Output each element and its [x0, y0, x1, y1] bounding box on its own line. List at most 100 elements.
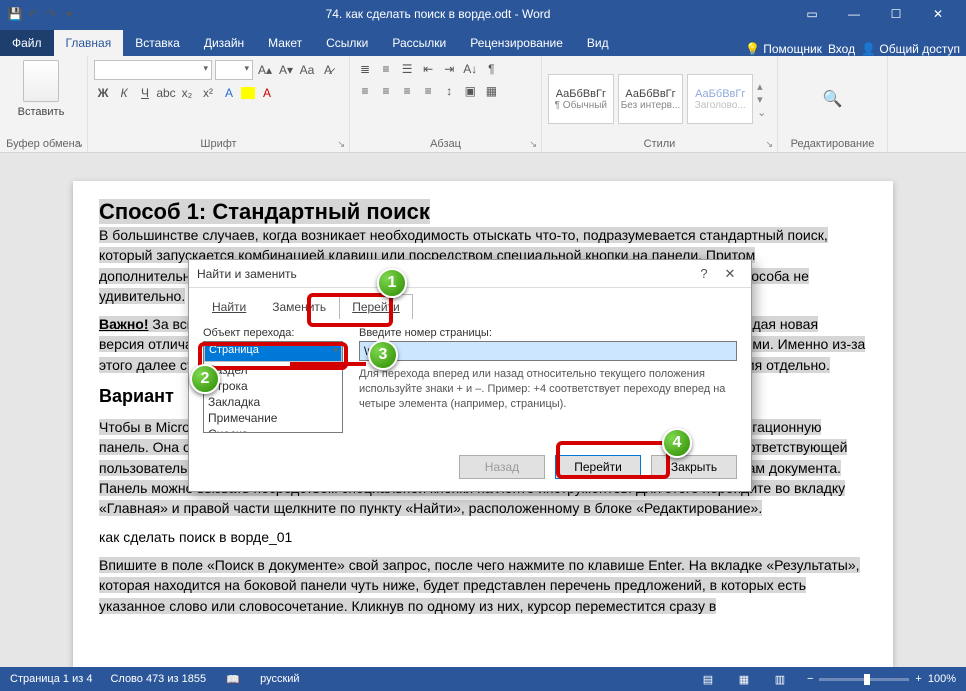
- tab-insert[interactable]: Вставка: [123, 30, 192, 56]
- show-marks-icon[interactable]: ¶: [482, 60, 500, 78]
- paste-icon[interactable]: [23, 60, 59, 102]
- status-bar: Страница 1 из 4 Слово 473 из 1855 📖 русс…: [0, 667, 966, 691]
- close-window-icon[interactable]: ✕: [918, 7, 958, 21]
- dialog-close-button[interactable]: Закрыть: [651, 455, 737, 479]
- tab-design[interactable]: Дизайн: [192, 30, 256, 56]
- tab-mailings[interactable]: Рассылки: [380, 30, 458, 56]
- redo-icon[interactable]: ↷: [44, 7, 58, 21]
- goto-hint: Для перехода вперед или назад относитель…: [359, 367, 737, 412]
- shrink-font-icon[interactable]: A▾: [277, 61, 295, 79]
- dialog-tab-replace[interactable]: Заменить: [259, 294, 339, 319]
- zoom-value[interactable]: 100%: [928, 673, 956, 685]
- multilevel-icon[interactable]: ☰: [398, 60, 416, 78]
- list-item[interactable]: Страница: [204, 342, 342, 362]
- font-name-select[interactable]: [94, 60, 212, 80]
- status-language[interactable]: русский: [260, 673, 299, 685]
- styles-scroll-up-icon[interactable]: ▴: [757, 80, 771, 93]
- style-normal[interactable]: АаБбВвГг¶ Обычный: [548, 74, 614, 124]
- list-item[interactable]: Сноска: [204, 426, 342, 433]
- minimize-icon[interactable]: —: [834, 7, 874, 21]
- borders-icon[interactable]: ▦: [482, 82, 500, 100]
- share-button[interactable]: 👤 Общий доступ: [861, 42, 960, 56]
- dialog-tab-goto[interactable]: Перейти: [339, 294, 413, 319]
- list-item[interactable]: Строка: [204, 378, 342, 394]
- paste-label: Вставить: [18, 106, 65, 118]
- dialog-launcher-icon[interactable]: ↘: [75, 139, 83, 150]
- styles-scroll-down-icon[interactable]: ▾: [757, 93, 771, 106]
- superscript-icon[interactable]: x²: [199, 84, 217, 102]
- styles-more-icon[interactable]: ⌄: [757, 106, 771, 119]
- bullets-icon[interactable]: ≣: [356, 60, 374, 78]
- numbering-icon[interactable]: ≡: [377, 60, 395, 78]
- strike-icon[interactable]: abc: [157, 84, 175, 102]
- align-right-icon[interactable]: ≡: [398, 82, 416, 100]
- tab-view[interactable]: Вид: [575, 30, 621, 56]
- indent-dec-icon[interactable]: ⇤: [419, 60, 437, 78]
- bold-icon[interactable]: Ж: [94, 84, 112, 102]
- doc-p4: как сделать поиск в ворде_01: [99, 529, 292, 545]
- sort-icon[interactable]: A↓: [461, 60, 479, 78]
- window-controls: ▭ — ☐ ✕: [792, 7, 966, 21]
- align-left-icon[interactable]: ≡: [356, 82, 374, 100]
- tab-layout[interactable]: Макет: [256, 30, 314, 56]
- italic-icon[interactable]: К: [115, 84, 133, 102]
- dialog-go-button[interactable]: Перейти: [555, 455, 641, 479]
- qat-more-icon[interactable]: ▾: [62, 7, 76, 21]
- goto-object-label: Объект перехода:: [203, 327, 343, 339]
- grow-font-icon[interactable]: A▴: [256, 61, 274, 79]
- justify-icon[interactable]: ≡: [419, 82, 437, 100]
- change-case-icon[interactable]: Aa: [298, 61, 316, 79]
- font-color-icon[interactable]: A: [258, 84, 276, 102]
- zoom-in-icon[interactable]: +: [915, 673, 921, 685]
- group-paragraph: ≣ ≡ ☰ ⇤ ⇥ A↓ ¶ ≡ ≡ ≡ ≡ ↕ ▣ ▦ Абзац↘: [350, 56, 542, 152]
- dialog-back-button: Назад: [459, 455, 545, 479]
- indent-inc-icon[interactable]: ⇥: [440, 60, 458, 78]
- tab-review[interactable]: Рецензирование: [458, 30, 575, 56]
- dialog-launcher-icon[interactable]: ↘: [765, 139, 773, 150]
- dialog-close-icon[interactable]: ✕: [717, 266, 743, 282]
- save-icon[interactable]: 💾: [8, 7, 22, 21]
- page-number-input[interactable]: [359, 341, 737, 361]
- dialog-tab-find[interactable]: Найти: [199, 294, 259, 319]
- highlight-icon[interactable]: [241, 87, 255, 99]
- style-heading1[interactable]: АаБбВвГгЗаголово...: [687, 74, 753, 124]
- dialog-launcher-icon[interactable]: ↘: [529, 139, 537, 150]
- font-size-select[interactable]: [215, 60, 253, 80]
- tab-references[interactable]: Ссылки: [314, 30, 380, 56]
- zoom-slider[interactable]: [819, 678, 909, 681]
- underline-icon[interactable]: Ч: [136, 84, 154, 102]
- title-bar: 💾 ↶ ↷ ▾ 74. как сделать поиск в ворде.od…: [0, 0, 966, 28]
- dialog-help-icon[interactable]: ?: [691, 266, 717, 281]
- find-icon[interactable]: 🔍: [824, 90, 842, 108]
- sign-in[interactable]: Вход: [828, 42, 855, 56]
- dialog-launcher-icon[interactable]: ↘: [337, 139, 345, 150]
- zoom-control[interactable]: − + 100%: [807, 673, 956, 685]
- quick-access-toolbar: 💾 ↶ ↷ ▾: [0, 7, 84, 21]
- read-mode-icon[interactable]: ▤: [699, 671, 717, 687]
- zoom-out-icon[interactable]: −: [807, 673, 813, 685]
- list-item[interactable]: Закладка: [204, 394, 342, 410]
- ribbon-tabs: Файл Главная Вставка Дизайн Макет Ссылки…: [0, 28, 966, 56]
- shading-icon[interactable]: ▣: [461, 82, 479, 100]
- print-layout-icon[interactable]: ▦: [735, 671, 753, 687]
- ribbon-options-icon[interactable]: ▭: [792, 7, 832, 21]
- tab-home[interactable]: Главная: [54, 30, 124, 56]
- goto-object-list[interactable]: Страница Раздел Строка Закладка Примечан…: [203, 341, 343, 433]
- subscript-icon[interactable]: x₂: [178, 84, 196, 102]
- undo-icon[interactable]: ↶: [26, 7, 40, 21]
- clear-format-icon[interactable]: A̷: [319, 61, 337, 79]
- tell-me[interactable]: 💡 Помощник: [745, 42, 822, 56]
- group-styles: АаБбВвГг¶ Обычный АаБбВвГгБез интерв... …: [542, 56, 778, 152]
- text-effects-icon[interactable]: A: [220, 84, 238, 102]
- maximize-icon[interactable]: ☐: [876, 7, 916, 21]
- tab-file[interactable]: Файл: [0, 30, 54, 56]
- spellcheck-icon[interactable]: 📖: [224, 671, 242, 687]
- align-center-icon[interactable]: ≡: [377, 82, 395, 100]
- annotation-badge-4: 4: [662, 428, 692, 458]
- web-layout-icon[interactable]: ▥: [771, 671, 789, 687]
- line-spacing-icon[interactable]: ↕: [440, 82, 458, 100]
- status-words[interactable]: Слово 473 из 1855: [110, 673, 206, 685]
- list-item[interactable]: Примечание: [204, 410, 342, 426]
- status-page[interactable]: Страница 1 из 4: [10, 673, 92, 685]
- style-nospacing[interactable]: АаБбВвГгБез интерв...: [618, 74, 684, 124]
